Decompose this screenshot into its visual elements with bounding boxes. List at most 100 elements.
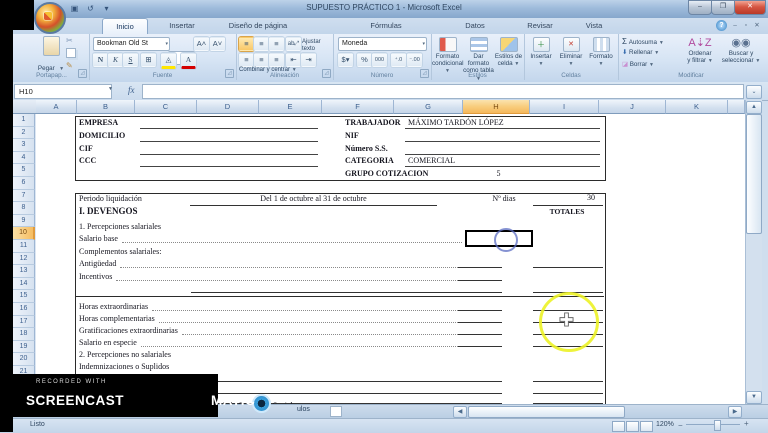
vertical-scroll-thumb[interactable] [746, 114, 762, 234]
name-box[interactable]: H10 [14, 84, 112, 99]
column-header-F[interactable]: F [322, 100, 394, 114]
restore-button[interactable]: ❐ [711, 0, 735, 15]
zoom-slider-thumb[interactable] [714, 420, 721, 431]
qat-dropdown-icon[interactable]: ▾ [100, 3, 113, 14]
help-icon[interactable]: ? [716, 20, 727, 31]
tab-inicio[interactable]: Inicio [102, 18, 148, 35]
currency-format-icon[interactable]: $▾ [338, 53, 353, 67]
increase-indent-icon[interactable]: ⇥ [301, 53, 316, 67]
scroll-down-icon[interactable]: ▼ [746, 391, 762, 404]
view-break-icon[interactable] [640, 421, 653, 432]
font-dialog-launcher-icon[interactable]: ◿ [225, 69, 234, 78]
payroll-line[interactable]: Gratificaciones extraordinarias [79, 323, 502, 335]
bold-button[interactable]: N [93, 53, 108, 67]
tab-diseño-de-página[interactable]: Diseño de página [206, 18, 310, 34]
field-label-empresa[interactable]: EMPRESA [79, 118, 118, 127]
payroll-line[interactable]: 1. Percepciones salariales [79, 219, 502, 231]
row-header-7[interactable]: 7 [13, 190, 35, 203]
tab-datos[interactable]: Datos [450, 18, 500, 34]
tab-revisar[interactable]: Revisar [512, 18, 568, 34]
view-layout-icon[interactable] [626, 421, 639, 432]
decrease-indent-icon[interactable]: ⇤ [286, 53, 301, 67]
row-header-19[interactable]: 19 [13, 341, 35, 354]
row-header-10[interactable]: 10 [13, 227, 35, 240]
workbook-restore-icon[interactable]: ▫ [741, 21, 751, 31]
clear-button[interactable]: ◪ Borrar ▼ [622, 61, 654, 68]
field-label-trabajador[interactable]: TRABAJADOR [345, 118, 401, 127]
percent-format-icon[interactable]: % [357, 53, 372, 67]
font-color-icon[interactable]: A [181, 53, 196, 69]
borders-icon[interactable]: ⊞ [141, 53, 156, 67]
minimize-button[interactable]: ‒ [688, 0, 712, 15]
column-header-E[interactable]: E [259, 100, 322, 114]
format-cells-button[interactable]: Formato▼ [586, 37, 616, 68]
field-label-grupo-cotizacion[interactable]: GRUPO COTIZACION [345, 169, 428, 178]
field-label-cif[interactable]: CIF [79, 144, 93, 153]
field-value[interactable]: MÁXIMO TARDÓN LÓPEZ [408, 118, 504, 127]
field-label-ccc[interactable]: CCC [79, 156, 96, 165]
field-value[interactable]: 5 [436, 169, 561, 178]
payroll-line[interactable]: Indemnizaciones o Suplidos [79, 359, 502, 371]
column-header-H[interactable]: H [463, 100, 530, 115]
fill-button[interactable]: ⬇ Rellenar ▼ [622, 49, 659, 56]
column-header-A[interactable]: A [36, 100, 77, 114]
row-header-6[interactable]: 6 [13, 177, 35, 190]
row-header-11[interactable]: 11 [13, 240, 35, 253]
row-header-9[interactable]: 9 [13, 215, 35, 228]
insert-sheet-icon[interactable] [330, 406, 342, 417]
sort-filter-button[interactable]: A⇣Z Ordenary filtrar ▼ [680, 37, 720, 65]
row-header-13[interactable]: 13 [13, 265, 35, 278]
column-header-C[interactable]: C [135, 100, 197, 114]
decrease-decimal-icon[interactable]: ⁻.00 [407, 53, 422, 67]
tab-insertar[interactable]: Insertar [158, 18, 206, 34]
font-name-combo[interactable]: Bookman Old St▾ [93, 37, 170, 51]
horizontal-scroll-thumb[interactable] [468, 406, 625, 418]
autosum-button[interactable]: Σ Autosuma ▼ [622, 37, 664, 46]
row-header-12[interactable]: 12 [13, 253, 35, 266]
zoom-in-icon[interactable]: + [744, 419, 749, 428]
select-all-corner[interactable] [13, 100, 37, 114]
payroll-line[interactable]: Incentivos [79, 269, 502, 281]
delete-cells-button[interactable]: ✕ Eliminar▼ [556, 37, 586, 68]
fill-color-icon[interactable]: ◬ [161, 53, 176, 69]
tab-vista[interactable]: Vista [572, 18, 616, 34]
zoom-slider[interactable] [686, 424, 740, 425]
workbook-minimize-icon[interactable]: ‒ [730, 21, 740, 31]
row-header-4[interactable]: 4 [13, 152, 35, 165]
hscroll-left-icon[interactable]: ◀ [453, 406, 467, 418]
column-header-J[interactable]: J [599, 100, 666, 114]
row-header-17[interactable]: 17 [13, 316, 35, 329]
field-label-número-s-s-[interactable]: Número S.S. [345, 144, 388, 153]
zoom-out-icon[interactable]: − [678, 424, 683, 428]
row-header-8[interactable]: 8 [13, 202, 35, 215]
field-label-categoria[interactable]: CATEGORIA [345, 156, 394, 165]
find-select-button[interactable]: ◉◉ Buscar yseleccionar ▼ [721, 37, 761, 65]
italic-button[interactable]: K [108, 53, 123, 67]
grow-font-icon[interactable]: A˄ [194, 37, 209, 51]
wrap-text-button[interactable]: Ajustar texto [302, 39, 332, 53]
column-header-K[interactable]: K [666, 100, 728, 114]
format-painter-icon[interactable]: ✎ [66, 61, 73, 70]
payroll-line[interactable]: Complementos salariales: [79, 244, 502, 256]
scroll-up-icon[interactable]: ▲ [746, 101, 762, 114]
underline-button[interactable]: S [123, 53, 138, 67]
section-title[interactable]: I. DEVENGOS [79, 206, 138, 216]
align-middle-icon[interactable]: ≡ [254, 37, 269, 51]
align-left-icon[interactable]: ≡ [239, 53, 254, 67]
row-header-1[interactable]: 1 [13, 114, 35, 127]
clipboard-dialog-launcher-icon[interactable]: ◿ [78, 69, 87, 78]
field-value[interactable]: COMERCIAL [408, 156, 455, 165]
column-header-B[interactable]: B [77, 100, 135, 114]
align-center-icon[interactable]: ≡ [254, 53, 269, 67]
row-header-18[interactable]: 18 [13, 328, 35, 341]
column-header-D[interactable]: D [197, 100, 259, 114]
row-header-20[interactable]: 20 [13, 353, 35, 366]
periodo-value[interactable]: Del 1 de octubre al 31 de octubre [190, 194, 437, 206]
sheet-tab[interactable]: ulos [297, 406, 310, 413]
align-right-icon[interactable]: ≡ [269, 53, 284, 67]
payroll-line[interactable]: Salario base [79, 231, 462, 243]
payroll-line[interactable]: Salario en especie [79, 335, 502, 347]
column-header-G[interactable]: G [394, 100, 463, 114]
number-dialog-launcher-icon[interactable]: ◿ [420, 69, 429, 78]
periodo-label[interactable]: Periodo liquidación [79, 194, 142, 203]
